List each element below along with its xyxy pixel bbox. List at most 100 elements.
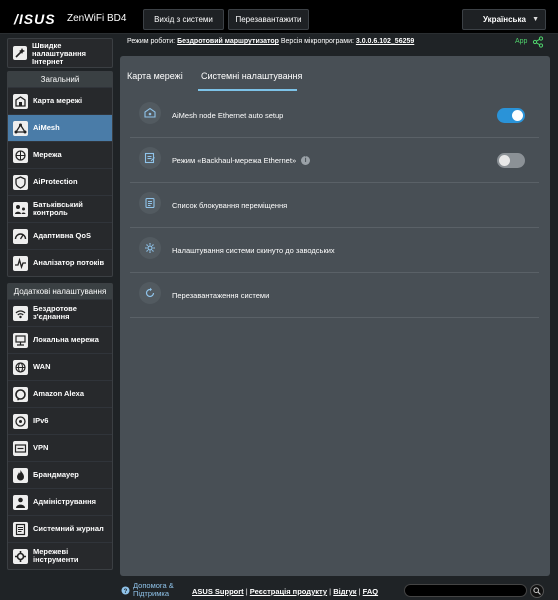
settings-row-reboot[interactable]: Перезавантаження системи <box>130 273 539 318</box>
sidebar-item-label: VPN <box>33 443 49 452</box>
settings-row-aimesh-ethernet: AiMesh node Ethernet auto setup <box>130 93 539 138</box>
system-log-icon <box>13 522 28 537</box>
language-value: Українська <box>483 15 526 24</box>
operation-mode-label: Режим роботи: <box>127 38 176 45</box>
sidebar-item-firewall[interactable]: Брандмауер <box>8 461 112 488</box>
row-label: Перезавантаження системи <box>172 290 270 300</box>
sidebar-item-alexa[interactable]: Amazon Alexa <box>8 380 112 407</box>
reboot-button[interactable]: Перезавантажити <box>228 9 309 30</box>
sidebar-item-label: Брандмауер <box>33 470 79 479</box>
active-tab-indicator <box>198 89 297 91</box>
network-map-icon <box>13 94 28 109</box>
sidebar-item-label: Адаптивна QoS <box>33 231 91 240</box>
sidebar-item-label: Локальна мережа <box>33 335 99 344</box>
sidebar-item-system-log[interactable]: Системний журнал <box>8 515 112 542</box>
aimesh-ethernet-toggle[interactable] <box>497 108 525 123</box>
sidebar-item-network[interactable]: Мережа <box>8 141 112 168</box>
settings-row-backhaul: Режим «Backhaul-мережа Ethernet» i <box>130 138 539 183</box>
sidebar-item-network-map[interactable]: Карта мережі <box>8 87 112 114</box>
sidebar-item-label: Системний журнал <box>33 524 104 533</box>
backhaul-icon <box>139 147 161 169</box>
asus-logo: /ISUS <box>14 11 56 27</box>
row-label: Список блокування переміщення <box>172 200 288 210</box>
sidebar-item-aimesh[interactable]: AiMesh <box>8 114 112 141</box>
search-icon <box>533 587 541 595</box>
advanced-section: Додаткові налаштування Бездротове з'єдна… <box>7 283 113 570</box>
help-support-link[interactable]: Допомога & Підтримка <box>133 582 188 598</box>
status-line: Режим роботи: Бездротовий маршрутизатор … <box>127 38 477 45</box>
chevron-down-icon: ▼ <box>532 16 539 23</box>
row-label: Режим «Backhaul-мережа Ethernet» <box>172 155 297 165</box>
factory-reset-icon <box>139 237 161 259</box>
operation-mode-link[interactable]: Бездротовий маршрутизатор <box>177 38 279 45</box>
sidebar-item-label: Мережа <box>33 150 62 159</box>
sidebar-item-ipv6[interactable]: IPv6 <box>8 407 112 434</box>
sidebar-item-adaptive-qos[interactable]: Адаптивна QoS <box>8 222 112 249</box>
traffic-analyzer-icon <box>13 256 28 271</box>
sidebar-item-label: AiMesh <box>33 123 60 132</box>
footer-search-input[interactable] <box>404 584 527 597</box>
reboot-icon <box>139 282 161 304</box>
vpn-icon <box>13 441 28 456</box>
sidebar-item-label: Адміністрування <box>33 497 97 506</box>
settings-row-factory-reset[interactable]: Налаштування системи скинуто до заводськ… <box>130 228 539 273</box>
sidebar-item-network-tools[interactable]: Мережеві інструменти <box>8 542 112 569</box>
svg-text:?: ? <box>124 589 128 595</box>
router-model: ZenWiFi BD4 <box>67 13 127 24</box>
sidebar-item-label: Аналізатор потоків <box>33 258 105 267</box>
info-icon[interactable]: i <box>301 155 311 165</box>
row-label: AiMesh node Ethernet auto setup <box>172 110 284 120</box>
sidebar-item-label: Amazon Alexa <box>33 389 84 398</box>
share-icon[interactable] <box>532 36 544 48</box>
feedback-link[interactable]: Відгук <box>333 587 356 596</box>
firmware-version-link[interactable]: 3.0.0.6.102_56259 <box>356 38 414 45</box>
network-tools-icon <box>13 549 28 564</box>
aimesh-icon <box>13 121 28 136</box>
sidebar-item-aiprotection[interactable]: AiProtection <box>8 168 112 195</box>
asus-support-link[interactable]: ASUS Support <box>192 587 244 596</box>
sidebar-item-label: Карта мережі <box>33 96 83 105</box>
toggle-knob <box>499 155 510 166</box>
roaming-block-list-icon <box>139 192 161 214</box>
logout-button[interactable]: Вихід з системи <box>143 9 224 30</box>
general-section-title: Загальний <box>8 72 112 87</box>
sidebar-item-label: Бездротове з'єднання <box>33 304 77 321</box>
sidebar-item-administration[interactable]: Адміністрування <box>8 488 112 515</box>
sidebar-item-label: Батьківський контроль <box>33 200 83 217</box>
tab-network-map[interactable]: Карта мережі <box>127 71 183 81</box>
sidebar-item-wireless[interactable]: Бездротове з'єднання <box>8 299 112 326</box>
quick-internet-setup[interactable]: Швидке налаштування Інтернет <box>7 38 113 68</box>
network-icon <box>13 148 28 163</box>
product-registration-link[interactable]: Реєстрація продукту <box>250 587 327 596</box>
firewall-icon <box>13 468 28 483</box>
search-button[interactable] <box>530 584 544 598</box>
sidebar-item-label: IPv6 <box>33 416 49 425</box>
wand-icon <box>13 46 27 60</box>
parental-control-icon <box>13 202 28 217</box>
firmware-label: Версія мікропрограми: <box>280 38 354 45</box>
aimesh-node-icon <box>139 102 161 124</box>
settings-row-roaming-block[interactable]: Список блокування переміщення <box>130 183 539 228</box>
sidebar-item-parental-control[interactable]: Батьківський контроль <box>8 195 112 222</box>
administration-icon <box>13 495 28 510</box>
lan-icon <box>13 333 28 348</box>
app-link[interactable]: App <box>515 38 527 45</box>
sidebar-item-traffic-analyzer[interactable]: Аналізатор потоків <box>8 249 112 276</box>
quick-setup-label: Швидке налаштування Інтернет <box>32 41 87 66</box>
row-label-wrap: Режим «Backhaul-мережа Ethernet» i <box>172 138 311 182</box>
faq-link[interactable]: FAQ <box>363 587 378 596</box>
general-section: Загальний Карта мережі AiMesh Мережа AiP… <box>7 71 113 277</box>
aiprotection-icon <box>13 175 28 190</box>
advanced-section-title: Додаткові налаштування <box>8 284 112 299</box>
sidebar-item-vpn[interactable]: VPN <box>8 434 112 461</box>
language-select[interactable]: Українська ▼ <box>462 9 546 30</box>
sidebar-item-wan[interactable]: WAN <box>8 353 112 380</box>
help-icon: ? <box>121 586 130 595</box>
sidebar-item-label: Мережеві інструменти <box>33 547 79 564</box>
backhaul-toggle[interactable] <box>497 153 525 168</box>
sidebar-item-label: AiProtection <box>33 177 78 186</box>
tab-system-settings[interactable]: Системні налаштування <box>201 71 302 81</box>
top-header: /ISUS ZenWiFi BD4 Вихід з системи Переза… <box>0 0 558 34</box>
adaptive-qos-icon <box>13 229 28 244</box>
sidebar-item-lan[interactable]: Локальна мережа <box>8 326 112 353</box>
